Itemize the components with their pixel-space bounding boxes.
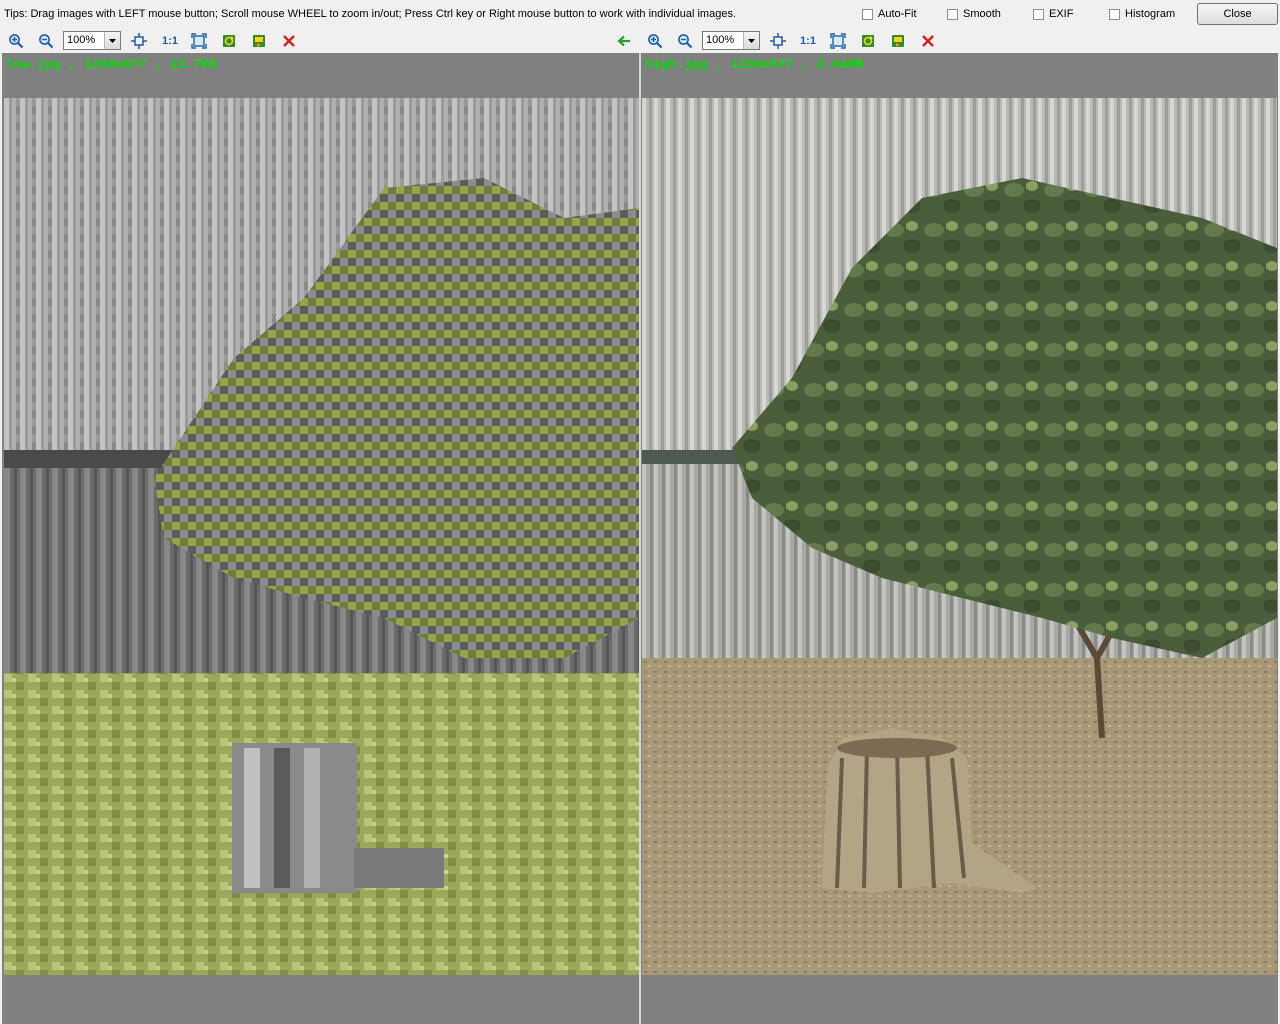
smooth-label: Smooth [963,8,1001,20]
chevron-down-icon [104,32,120,49]
zoom-in-icon [9,34,24,49]
exif-option[interactable]: EXIF [1033,8,1073,20]
right-image-scene [642,98,1277,975]
left-zoom-value: 100% [67,34,96,46]
fit-icon [131,33,147,49]
right-zoom-value: 100% [706,34,735,46]
left-image-panel[interactable]: low.jpg , 1230x877 , 23.7KB [0,53,639,1024]
rotate-icon [862,35,874,47]
auto-fit-checkbox[interactable] [862,8,873,20]
remove-icon [283,35,295,47]
close-button[interactable]: Close [1197,3,1278,25]
right-image[interactable] [642,98,1277,975]
tips-bar: Tips: Drag images with LEFT mouse button… [0,0,1280,29]
remove-icon [922,35,934,47]
zoom-in-button[interactable] [7,32,25,50]
smooth-checkbox[interactable] [947,8,958,20]
rotate-button[interactable] [859,32,877,50]
auto-fit-label: Auto-Fit [878,8,917,20]
histogram-label: Histogram [1125,8,1176,20]
smooth-option[interactable]: Smooth [947,8,1001,20]
histogram-checkbox[interactable] [1109,8,1120,20]
fullscreen-button[interactable] [829,32,847,50]
remove-button[interactable] [280,32,298,50]
rotate-icon [223,35,235,47]
chevron-down-icon [743,32,759,49]
fullscreen-icon [191,33,207,49]
right-zoom-select[interactable]: 100% [702,31,760,50]
auto-fit-option[interactable]: Auto-Fit [862,8,917,20]
one-to-one-button[interactable]: 1:1 [160,32,180,50]
fit-icon [770,33,786,49]
zoom-out-icon [39,34,54,49]
exif-checkbox[interactable] [1033,8,1044,20]
rotate-button[interactable] [220,32,238,50]
remove-button[interactable] [919,32,937,50]
left-image-caption: low.jpg , 1230x877 , 23.7KB [6,57,217,72]
fit-button[interactable] [769,32,787,50]
fit-button[interactable] [130,32,148,50]
save-icon [892,35,904,47]
tips-text: Tips: Drag images with LEFT mouse button… [4,8,736,20]
left-image[interactable] [4,98,639,975]
right-toolbar: 100% 1:1 [641,29,1280,53]
left-toolbar: 100% 1:1 [0,29,639,53]
zoom-out-button[interactable] [676,32,694,50]
zoom-in-icon [648,34,663,49]
zoom-out-icon [678,34,693,49]
exif-label: EXIF [1049,8,1074,20]
zoom-out-button[interactable] [37,32,55,50]
sync-arrow-button[interactable] [615,32,633,50]
fullscreen-icon [830,33,846,49]
save-icon [253,35,265,47]
fullscreen-button[interactable] [190,32,208,50]
zoom-in-button[interactable] [646,32,664,50]
histogram-option[interactable]: Histogram [1109,8,1175,20]
one-to-one-button[interactable]: 1:1 [798,32,818,50]
save-button[interactable] [250,32,268,50]
left-zoom-select[interactable]: 100% [63,31,121,50]
right-image-panel[interactable]: high.jpg , 1230x877 , 2.04MB [641,53,1280,1024]
left-image-scene [4,98,639,975]
right-image-caption: high.jpg , 1230x877 , 2.04MB [645,57,864,72]
sync-arrow-icon [617,35,630,47]
save-button[interactable] [889,32,907,50]
